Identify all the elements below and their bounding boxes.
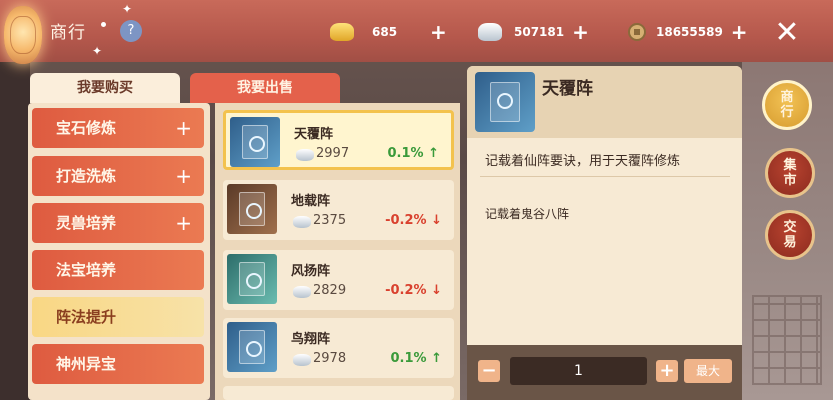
gold-ingot-icon <box>330 23 354 41</box>
category-label: 神州异宝 <box>56 355 117 373</box>
formation-book-icon <box>227 254 277 304</box>
item-change: -0.2% ↓ <box>385 213 442 228</box>
item-change: 0.1% ↑ <box>387 146 440 161</box>
category-artifact[interactable]: 法宝培养 <box>32 250 204 290</box>
sparkle-icon: ✦ <box>92 44 103 58</box>
decrease-quantity-button[interactable]: − <box>478 360 500 382</box>
currency-gold: 685 + <box>330 20 447 44</box>
add-coin-button[interactable]: + <box>731 22 748 42</box>
arrow-up-icon: ↑ <box>431 351 442 366</box>
category-formation[interactable]: 阵法提升 <box>32 297 204 337</box>
item-name: 天覆阵 <box>294 127 334 142</box>
silver-ingot-icon <box>478 23 502 41</box>
divider <box>480 176 730 177</box>
item-price: 2375 <box>313 213 347 228</box>
coin-icon <box>628 23 646 41</box>
title-dot <box>101 22 106 27</box>
side-nav-label: 交易 <box>783 220 797 250</box>
category-label: 打造洗炼 <box>56 167 117 185</box>
category-beast[interactable]: 灵兽培养 + <box>32 203 204 243</box>
arrow-up-icon: ↑ <box>428 146 439 161</box>
currency-coin-value: 18655589 <box>656 25 723 39</box>
silver-icon <box>293 354 311 366</box>
currency-gold-value: 685 <box>372 25 398 39</box>
lantern-icon <box>4 6 42 64</box>
window-lattice <box>752 295 822 385</box>
silver-icon <box>296 149 314 161</box>
item-name: 鸟翔阵 <box>291 332 331 347</box>
arrow-down-icon: ↓ <box>431 283 442 298</box>
category-label: 法宝培养 <box>56 261 117 279</box>
formation-book-icon <box>475 72 535 132</box>
category-label: 阵法提升 <box>56 308 117 326</box>
silver-icon <box>293 216 311 228</box>
list-item[interactable]: 地载阵 2375 -0.2% ↓ <box>223 180 454 240</box>
item-name: 地载阵 <box>291 194 331 209</box>
item-change: -0.2% ↓ <box>385 283 442 298</box>
side-nav-shop[interactable]: 商行 <box>762 80 812 130</box>
expand-icon[interactable]: + <box>175 108 192 148</box>
formation-book-icon <box>227 184 277 234</box>
side-nav-trade[interactable]: 交易 <box>765 210 815 260</box>
item-price: 2829 <box>313 283 347 298</box>
background-left <box>0 45 30 400</box>
side-nav-market[interactable]: 集市 <box>765 148 815 198</box>
arrow-down-icon: ↓ <box>431 213 442 228</box>
formation-book-icon <box>230 117 280 167</box>
item-price: 2997 <box>316 146 350 161</box>
quantity-input[interactable]: 1 <box>510 357 647 385</box>
currency-coin: 18655589 + <box>628 20 748 44</box>
side-nav-label: 集市 <box>783 158 797 188</box>
category-gem[interactable]: 宝石修炼 + <box>32 108 204 148</box>
category-forge[interactable]: 打造洗炼 + <box>32 156 204 196</box>
sparkle-icon: ✦ <box>122 2 133 16</box>
tab-sell[interactable]: 我要出售 <box>190 73 340 103</box>
item-name: 风扬阵 <box>291 264 331 279</box>
item-change: 0.1% ↑ <box>390 351 443 366</box>
detail-description: 记载着仙阵要诀，用于天覆阵修炼 <box>485 154 681 169</box>
max-quantity-button[interactable]: 最大 <box>684 359 732 383</box>
category-treasure[interactable]: 神州异宝 <box>32 344 204 384</box>
help-button[interactable]: ? <box>120 20 142 42</box>
currency-silver-value: 507181 <box>514 25 565 39</box>
page-title: 商行 <box>50 23 86 43</box>
tab-buy[interactable]: 我要购买 <box>30 73 180 103</box>
increase-quantity-button[interactable]: + <box>656 360 678 382</box>
item-price: 2978 <box>313 351 347 366</box>
list-item[interactable] <box>223 386 454 400</box>
detail-title: 天覆阵 <box>542 79 593 99</box>
list-item[interactable]: 鸟翔阵 2978 0.1% ↑ <box>223 318 454 378</box>
expand-icon[interactable]: + <box>175 203 192 243</box>
list-item[interactable]: 天覆阵 2997 0.1% ↑ <box>223 110 454 170</box>
silver-icon <box>293 286 311 298</box>
expand-icon[interactable]: + <box>175 156 192 196</box>
category-label: 灵兽培养 <box>56 214 117 232</box>
side-nav-label: 商行 <box>780 90 794 120</box>
list-item[interactable]: 风扬阵 2829 -0.2% ↓ <box>223 250 454 310</box>
formation-book-icon <box>227 322 277 372</box>
close-icon[interactable]: ✕ <box>770 18 804 52</box>
currency-silver: 507181 + <box>478 20 589 44</box>
add-silver-button[interactable]: + <box>572 22 589 42</box>
category-label: 宝石修炼 <box>56 119 117 137</box>
detail-note: 记载着鬼谷八阵 <box>485 207 570 221</box>
add-gold-button[interactable]: + <box>430 22 447 42</box>
